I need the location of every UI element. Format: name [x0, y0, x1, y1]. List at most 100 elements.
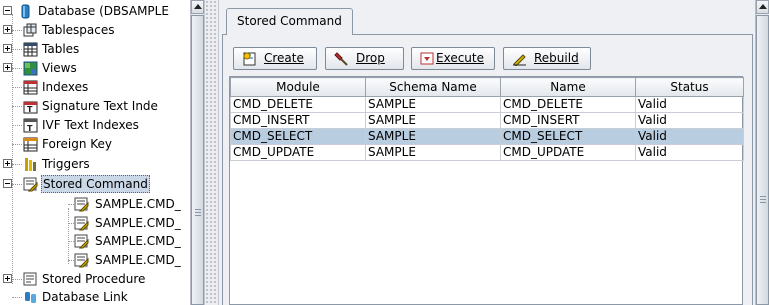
tree-item-label: Signature Text Inde: [42, 99, 158, 113]
stored-command-item-icon: [74, 197, 89, 212]
drop-label: Drop: [356, 51, 385, 65]
table-cell: CMD_INSERT: [230, 112, 366, 129]
tree-item-label: Views: [42, 61, 77, 75]
column-header-status[interactable]: Status: [635, 77, 744, 97]
tree-item-stored-command-child[interactable]: SAMPLE.CMD_: [0, 214, 190, 232]
rebuild-icon: [512, 51, 527, 67]
table-cell: Valid: [635, 128, 744, 145]
database-tree[interactable]: Database (DBSAMPLE Tablespaces Tables Vi…: [0, 0, 204, 305]
table-row[interactable]: CMD_DELETE SAMPLE CMD_DELETE Valid: [230, 96, 744, 113]
stored-command-item-icon: [74, 216, 89, 231]
table-row[interactable]: CMD_INSERT SAMPLE CMD_INSERT Valid: [230, 112, 744, 129]
expand-icon[interactable]: [3, 44, 12, 53]
tree-node-database[interactable]: Database (DBSAMPLE: [0, 2, 190, 20]
expand-icon[interactable]: [3, 25, 12, 34]
stored-command-table[interactable]: Module Schema Name Name Status CMD_DELET…: [229, 76, 744, 305]
tree-item-label: IVF Text Indexes: [42, 118, 139, 132]
execute-label: Execute: [436, 51, 484, 65]
expand-icon[interactable]: [3, 63, 12, 72]
signature-text-index-icon: T: [23, 99, 38, 114]
table-cell: CMD_SELECT: [500, 128, 636, 145]
views-icon: [23, 61, 38, 76]
tab-label: Stored Command: [237, 14, 342, 28]
create-label: Create: [264, 51, 304, 65]
tables-icon: [23, 42, 38, 57]
tree-item-tablespaces[interactable]: Tablespaces: [0, 21, 190, 39]
tree-item-label: SAMPLE.CMD_: [95, 197, 181, 211]
indexes-icon: [23, 80, 38, 95]
tree-item-stored-command[interactable]: Stored Command: [0, 175, 190, 193]
stored-procedure-icon: [23, 272, 37, 286]
tree-item-label: SAMPLE.CMD_: [95, 234, 181, 248]
tree-item-foreign-key[interactable]: Foreign Key: [0, 135, 190, 153]
tree-item-label: SAMPLE.CMD_: [95, 216, 181, 230]
pane-splitter[interactable]: [204, 0, 219, 305]
tree-item-label: Database Link: [42, 290, 128, 304]
content-scrollbar[interactable]: [755, 0, 769, 305]
tree-item-tables[interactable]: Tables: [0, 40, 190, 58]
tree-item-ivf-text-indexes[interactable]: T IVF Text Indexes: [0, 116, 190, 134]
table-header-row: Module Schema Name Name Status: [230, 77, 744, 97]
table-cell: CMD_UPDATE: [230, 144, 366, 161]
tree-item-label: Foreign Key: [42, 137, 112, 151]
table-cell: SAMPLE: [365, 96, 501, 113]
tree-item-views[interactable]: Views: [0, 59, 190, 77]
tree-item-label: Indexes: [42, 80, 89, 94]
tree-item-label: Triggers: [42, 157, 90, 171]
expand-icon[interactable]: [3, 274, 12, 283]
tree-scroll-thumb[interactable]: [191, 15, 204, 305]
tree-scrollbar[interactable]: [190, 0, 204, 305]
tree-item-label: Tablespaces: [42, 23, 115, 37]
table-cell: Valid: [635, 96, 744, 113]
table-cell: CMD_DELETE: [500, 96, 636, 113]
tree-node-label: Database (DBSAMPLE: [38, 4, 169, 18]
create-icon: [242, 51, 257, 66]
database-icon: [19, 4, 33, 19]
column-header-module[interactable]: Module: [230, 77, 366, 97]
foreign-key-icon: [23, 137, 38, 152]
tree-item-stored-command-child[interactable]: SAMPLE.CMD_: [0, 232, 190, 250]
table-cell: Valid: [635, 144, 744, 161]
execute-button[interactable]: Execute: [411, 47, 495, 70]
tree-item-indexes[interactable]: Indexes: [0, 78, 190, 96]
content-pane: Stored Command Create Drop Execute Rebui…: [219, 0, 769, 305]
stored-command-item-icon: [74, 253, 89, 268]
tree-item-triggers[interactable]: Triggers: [0, 155, 190, 173]
table-cell: CMD_UPDATE: [500, 144, 636, 161]
collapse-icon[interactable]: [3, 6, 12, 15]
column-header-schema-name[interactable]: Schema Name: [365, 77, 501, 97]
table-cell: SAMPLE: [365, 112, 501, 129]
tree-item-stored-command-child[interactable]: SAMPLE.CMD_: [0, 195, 190, 213]
tree-item-label: Stored Procedure: [42, 272, 146, 286]
drop-button[interactable]: Drop: [325, 47, 404, 70]
rebuild-label: Rebuild: [534, 51, 579, 65]
table-row-selected[interactable]: CMD_SELECT SAMPLE CMD_SELECT Valid: [230, 128, 744, 145]
tree-item-stored-procedure[interactable]: Stored Procedure: [0, 270, 190, 288]
tree-item-database-link[interactable]: Database Link: [0, 288, 190, 305]
rebuild-button[interactable]: Rebuild: [503, 47, 591, 70]
database-link-icon: [23, 290, 37, 304]
execute-icon: [420, 51, 435, 66]
collapse-icon[interactable]: [3, 179, 12, 188]
tree-item-label: SAMPLE.CMD_: [95, 253, 181, 267]
table-row[interactable]: CMD_UPDATE SAMPLE CMD_UPDATE Valid: [230, 144, 744, 161]
table-cell: SAMPLE: [365, 128, 501, 145]
triggers-icon: [23, 157, 37, 171]
table-cell: SAMPLE: [365, 144, 501, 161]
scroll-up-icon[interactable]: [756, 0, 769, 14]
create-button[interactable]: Create: [233, 47, 317, 70]
tree-item-label: Stored Command: [41, 175, 150, 193]
svg-text:T: T: [27, 124, 33, 133]
tab-stored-command[interactable]: Stored Command: [226, 8, 353, 35]
tree-item-label: Tables: [42, 42, 80, 56]
stored-command-icon: [23, 177, 38, 192]
expand-icon[interactable]: [3, 159, 12, 168]
content-scroll-thumb[interactable]: [756, 15, 769, 305]
column-header-name[interactable]: Name: [500, 77, 636, 97]
ivf-text-index-icon: T: [23, 118, 38, 133]
tree-item-signature-text-index[interactable]: T Signature Text Inde: [0, 97, 190, 115]
scroll-up-icon[interactable]: [191, 0, 204, 14]
table-cell: Valid: [635, 112, 744, 129]
tree-item-stored-command-child[interactable]: SAMPLE.CMD_: [0, 251, 190, 269]
table-cell: CMD_INSERT: [500, 112, 636, 129]
